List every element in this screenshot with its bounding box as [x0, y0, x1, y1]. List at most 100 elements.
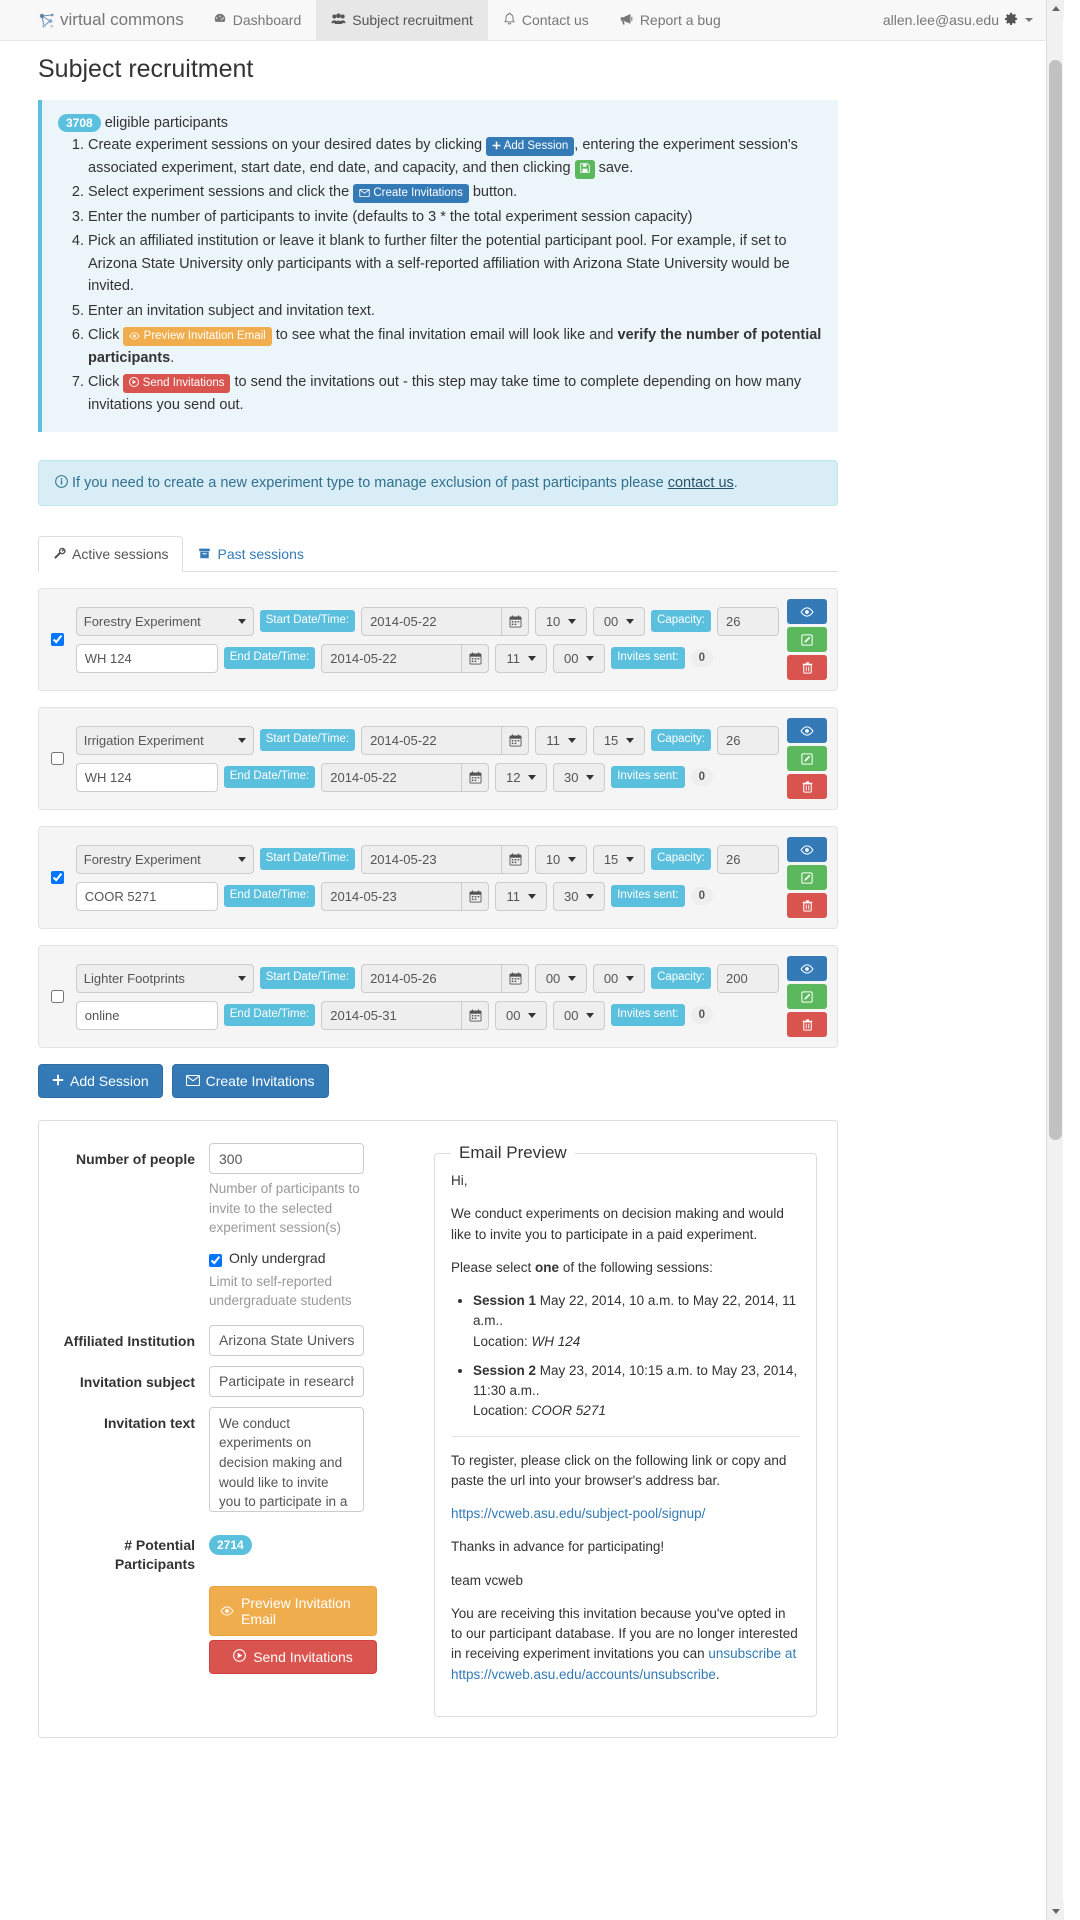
- session-select-checkbox[interactable]: [50, 752, 64, 766]
- capacity-input[interactable]: [717, 725, 779, 755]
- end-hour-select[interactable]: 00: [495, 1000, 548, 1030]
- session-fields: Forestry Experiment Start Date/Time: 10 15 C…: [75, 844, 779, 911]
- calendar-icon[interactable]: [461, 762, 490, 792]
- view-session-button[interactable]: [787, 599, 827, 625]
- edit-session-button[interactable]: [787, 865, 827, 891]
- scroll-down-button[interactable]: [1047, 1903, 1064, 1920]
- contact-us-link[interactable]: contact us: [668, 475, 734, 491]
- end-date-input[interactable]: [321, 1000, 462, 1030]
- tab-active-sessions[interactable]: Active sessions: [38, 536, 184, 573]
- view-session-button[interactable]: [787, 956, 827, 982]
- user-menu[interactable]: allen.lee@asu.edu: [883, 0, 1063, 40]
- edit-session-button[interactable]: [787, 627, 827, 653]
- scroll-up-button[interactable]: [1047, 0, 1064, 17]
- end-date-input[interactable]: [321, 643, 462, 673]
- chevron-down-icon: [237, 618, 246, 624]
- location-input[interactable]: [75, 762, 218, 792]
- experiment-select[interactable]: Lighter Footprints: [75, 963, 254, 993]
- nav-item-subject-recruitment[interactable]: Subject recruitment: [316, 0, 488, 40]
- delete-session-button[interactable]: [787, 893, 827, 919]
- preview-invitation-email-button[interactable]: Preview Invitation Email: [209, 1585, 377, 1636]
- edit-session-button[interactable]: [787, 746, 827, 772]
- navbar: virtual commons Dashboard Subject recrui…: [0, 0, 1063, 41]
- capacity-input[interactable]: [717, 963, 779, 993]
- calendar-icon[interactable]: [501, 725, 530, 755]
- start-date-input[interactable]: [361, 606, 502, 636]
- calendar-icon[interactable]: [461, 1000, 490, 1030]
- end-hour-select[interactable]: 12: [495, 762, 548, 792]
- end-minute-select[interactable]: 00: [553, 643, 606, 673]
- session-select-checkbox[interactable]: [50, 871, 64, 885]
- end-minute-select[interactable]: 30: [553, 881, 606, 911]
- start-minute-select[interactable]: 00: [593, 963, 646, 993]
- nav-item-contact-us[interactable]: Contact us: [488, 0, 604, 40]
- email-session-item: Session 2 May 23, 2014, 10:15 a.m. to Ma…: [473, 1361, 800, 1422]
- end-date-input[interactable]: [321, 762, 462, 792]
- start-date-group: [361, 963, 530, 993]
- start-minute-select[interactable]: 00: [593, 606, 646, 636]
- calendar-icon[interactable]: [461, 881, 490, 911]
- chevron-down-icon: [626, 856, 635, 862]
- view-session-button[interactable]: [787, 718, 827, 744]
- edit-session-button[interactable]: [787, 984, 827, 1010]
- start-date-input[interactable]: [361, 844, 502, 874]
- delete-session-button[interactable]: [787, 1012, 827, 1038]
- eligible-count-badge: 3708: [58, 114, 101, 133]
- email-select-before: Please select: [451, 1259, 536, 1275]
- location-input[interactable]: [75, 1000, 218, 1030]
- add-session-button[interactable]: Add Session: [38, 1064, 163, 1099]
- signup-link[interactable]: https://vcweb.asu.edu/subject-pool/signu…: [451, 1506, 705, 1521]
- number-of-people-input[interactable]: [209, 1143, 364, 1175]
- end-date-group: [321, 643, 490, 673]
- session-select-checkbox[interactable]: [50, 990, 64, 1004]
- start-date-input[interactable]: [361, 963, 502, 993]
- start-date-input[interactable]: [361, 725, 502, 755]
- experiment-select[interactable]: Forestry Experiment: [75, 606, 254, 636]
- delete-session-button[interactable]: [787, 655, 827, 681]
- nav-item-report-a-bug[interactable]: Report a bug: [604, 0, 736, 40]
- location-input[interactable]: [75, 643, 218, 673]
- start-minute-select[interactable]: 15: [593, 725, 646, 755]
- experiment-select[interactable]: Forestry Experiment: [75, 844, 254, 874]
- calendar-icon[interactable]: [461, 643, 490, 673]
- start-hour-select[interactable]: 10: [535, 844, 588, 874]
- page-root: virtual commons Dashboard Subject recrui…: [0, 0, 1064, 1920]
- create-invitations-button[interactable]: Create Invitations: [171, 1064, 329, 1099]
- chevron-down-icon: [586, 1012, 595, 1018]
- end-minute-select[interactable]: 30: [553, 762, 606, 792]
- invitation-form: Number of people Number of participants …: [59, 1143, 414, 1717]
- scrollbar-thumb[interactable]: [1049, 60, 1062, 1140]
- brand-link[interactable]: virtual commons: [0, 0, 198, 40]
- end-datetime-label: End Date/Time:: [223, 766, 316, 788]
- start-hour-select[interactable]: 10: [535, 606, 588, 636]
- view-session-button[interactable]: [787, 837, 827, 863]
- send-invitations-button[interactable]: Send Invitations: [209, 1639, 377, 1674]
- end-date-input[interactable]: [321, 881, 462, 911]
- delete-session-button[interactable]: [787, 774, 827, 800]
- session-select-cell: [39, 752, 76, 766]
- capacity-input[interactable]: [717, 606, 779, 636]
- only-undergrad-checkbox[interactable]: [209, 1253, 222, 1267]
- nav-item-dashboard[interactable]: Dashboard: [198, 0, 317, 40]
- invitation-text-textarea[interactable]: [209, 1406, 364, 1512]
- affiliated-institution-input[interactable]: [209, 1324, 364, 1356]
- end-minute-select[interactable]: 00: [553, 1000, 606, 1030]
- end-hour-select[interactable]: 11: [495, 643, 548, 673]
- end-hour-select[interactable]: 11: [495, 881, 548, 911]
- capacity-input[interactable]: [717, 844, 779, 874]
- page-scrollbar[interactable]: [1046, 0, 1064, 1920]
- calendar-icon[interactable]: [501, 844, 530, 874]
- bell-icon: [503, 12, 516, 28]
- step-text: Create experiment sessions on your desir…: [88, 137, 487, 154]
- calendar-icon[interactable]: [501, 963, 530, 993]
- invitation-subject-input[interactable]: [209, 1365, 364, 1397]
- start-hour-select[interactable]: 00: [535, 963, 588, 993]
- session-select-checkbox[interactable]: [50, 633, 64, 647]
- tab-past-sessions[interactable]: Past sessions: [183, 536, 318, 572]
- location-input[interactable]: [75, 881, 218, 911]
- start-hour-select[interactable]: 11: [535, 725, 588, 755]
- experiment-select[interactable]: Irrigation Experiment: [75, 725, 254, 755]
- start-minute-select[interactable]: 15: [593, 844, 646, 874]
- users-icon: [331, 12, 346, 28]
- calendar-icon[interactable]: [501, 606, 530, 636]
